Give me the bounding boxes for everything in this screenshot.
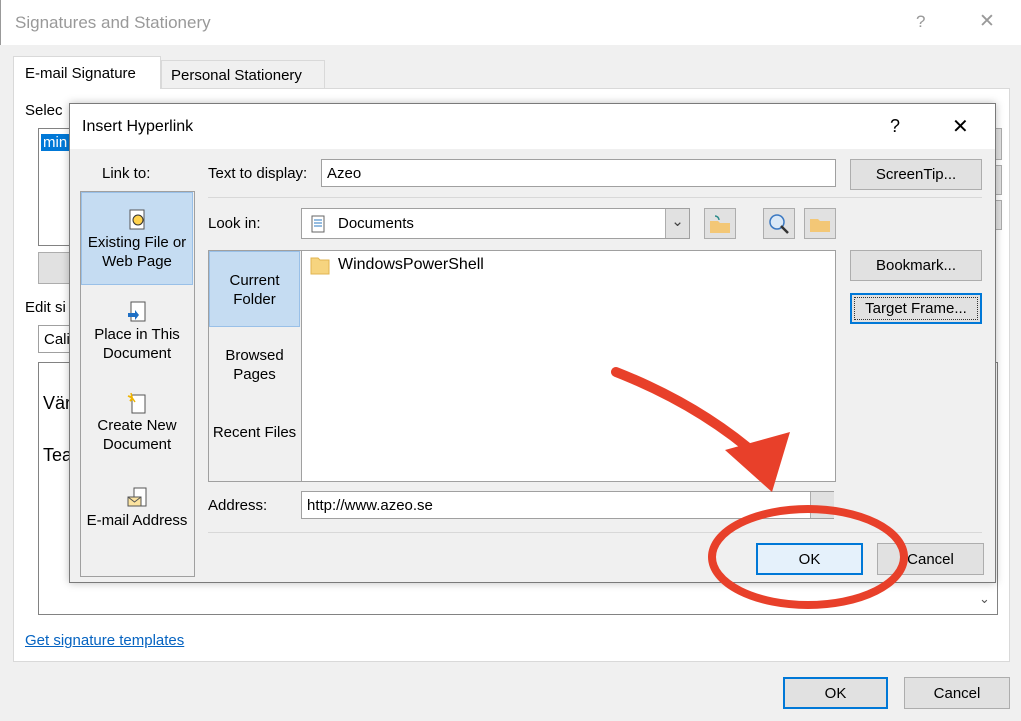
tab-label: E-mail Signature: [25, 65, 136, 82]
red-circle: [708, 505, 908, 609]
red-arrow: [611, 367, 765, 463]
annotation-overlay: [611, 367, 908, 609]
tab-email-signature[interactable]: E-mail Signature: [13, 56, 161, 89]
